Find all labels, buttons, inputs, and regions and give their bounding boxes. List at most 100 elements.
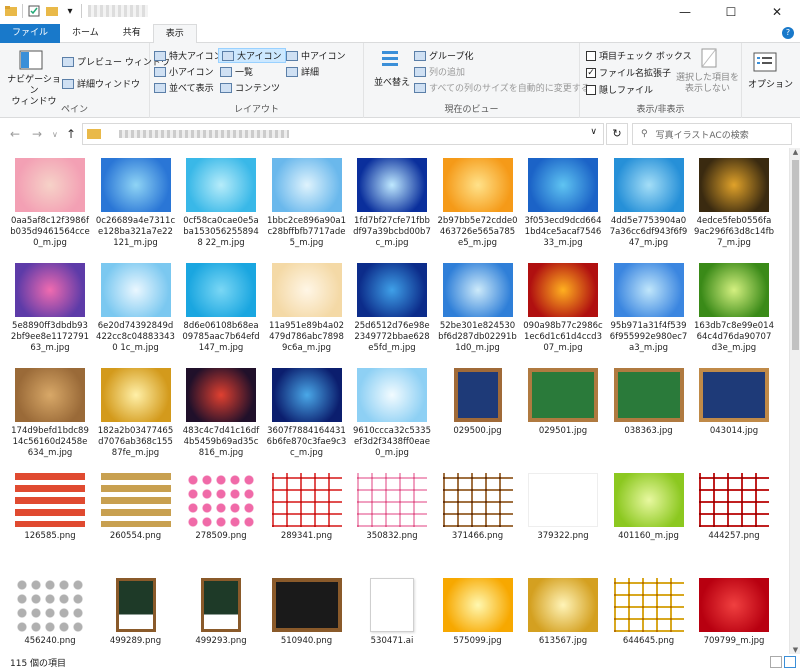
file-item[interactable]: 174d9befd1bdc8914c56160d2458e634_m.jpg [10, 368, 90, 459]
file-item[interactable]: 0cf58ca0cae0e5aba1530562558948 22_m.jpg [181, 158, 261, 249]
chevron-down-icon[interactable]: ▾ [63, 4, 77, 18]
tab-home[interactable]: ホーム [60, 24, 111, 43]
file-item[interactable]: 483c4c7d41c16df4b5459b69ad35c816_m.jpg [181, 368, 261, 459]
file-item[interactable]: 090a98b77c2986c1ec6d1c61d4ccd307_m.jpg [523, 263, 603, 354]
file-item[interactable]: 043014.jpg [694, 368, 774, 437]
file-item[interactable]: 3f053ecd9dcd6641bd4ce5acaf754633_m.jpg [523, 158, 603, 249]
file-item[interactable]: 4dd5e7753904a07a36cc6df943f6f947_m.jpg [609, 158, 689, 249]
file-item[interactable]: 11a951e89b4a02479d786abc78989c6a_m.jpg [267, 263, 347, 354]
layout-extra-large-icons[interactable]: 特大アイコン [154, 49, 223, 62]
file-item[interactable]: 444257.png [694, 473, 774, 542]
help-icon[interactable]: ? [782, 27, 794, 39]
file-item[interactable]: 0aa5af8c12f3986fb035d9461564cce0_m.jpg [10, 158, 90, 249]
file-item[interactable]: 0c26689a4e7311ce128ba321a7e22121_m.jpg [96, 158, 176, 249]
small-icons-icon [154, 66, 166, 77]
file-item[interactable]: 289341.png [267, 473, 347, 542]
preview-pane-icon [62, 56, 74, 67]
file-item[interactable]: 3607f78841644316b6fe870c3fae9c3c_m.jpg [267, 368, 347, 459]
hide-selected-button[interactable]: 選択した項目を 表示しない [676, 73, 739, 95]
file-item[interactable]: 613567.jpg [523, 578, 603, 647]
file-item[interactable]: 9610ccca32c5335ef3d2f3438ff0eae0_m.jpg [352, 368, 432, 459]
file-item[interactable]: 499293.png [181, 578, 261, 647]
file-item[interactable]: 25d6512d76e98e2349772bbae628e5fd_m.jpg [352, 263, 432, 354]
folder-icon[interactable] [4, 4, 18, 18]
layout-content[interactable]: コンテンツ [220, 81, 280, 94]
checkbox-checked: ✓ [586, 67, 596, 78]
file-item[interactable]: 530471.ai [352, 578, 432, 647]
layout-list[interactable]: 一覧 [220, 65, 253, 78]
file-item[interactable]: 6e20d74392849d422cc8c048833430 1c_m.jpg [96, 263, 176, 354]
checkbox [586, 50, 596, 61]
hidden-files-toggle[interactable]: 隠しファイル [586, 83, 653, 96]
scrollbar-thumb[interactable] [792, 160, 799, 350]
up-arrow-icon[interactable]: ↑ [66, 127, 76, 141]
file-item[interactable]: 126585.png [10, 473, 90, 542]
refresh-button[interactable]: ↻ [606, 123, 628, 145]
file-item[interactable]: 95b971a31f4f5396f955992e980ec7a3_m.jpg [609, 263, 689, 354]
details-pane-button[interactable]: 詳細ウィンドウ [62, 77, 140, 90]
file-item[interactable]: 456240.png [10, 578, 90, 647]
file-name: 1bbc2ce896a90a1c28bffbfb7717ade5_m.jpg [266, 216, 347, 248]
extensions-toggle[interactable]: ✓ ファイル名拡張子 [586, 66, 671, 79]
file-item[interactable]: 499289.png [96, 578, 176, 647]
address-field[interactable]: ∨ [82, 123, 604, 145]
item-checkbox-toggle[interactable]: 項目チェック ボックス [586, 49, 692, 62]
scroll-up-icon[interactable]: ▲ [790, 148, 800, 156]
tab-file[interactable]: ファイル [0, 24, 61, 43]
maximize-button[interactable]: ☐ [708, 0, 754, 24]
file-name: 9610ccca32c5335ef3d2f3438ff0eae0_m.jpg [353, 426, 431, 458]
search-field[interactable]: ⚲ 写真イラストACの検索 [632, 123, 792, 145]
details-view-icon[interactable] [770, 656, 782, 668]
sort-button[interactable]: 並べ替え [374, 75, 410, 88]
file-item[interactable]: 401160_m.jpg [609, 473, 689, 542]
file-item[interactable]: 029500.jpg [438, 368, 518, 437]
back-arrow-icon[interactable]: ← [10, 127, 20, 141]
add-columns-button[interactable]: 列の追加 [414, 65, 465, 78]
minimize-button[interactable]: — [662, 0, 708, 24]
file-item[interactable]: 2b97bb5e72cdde0463726e565a785e5_m.jpg [438, 158, 518, 249]
file-item[interactable]: 278509.png [181, 473, 261, 542]
layout-tiles[interactable]: 並べて表示 [154, 81, 214, 94]
forward-arrow-icon[interactable]: → [32, 127, 42, 141]
file-item[interactable]: 029501.jpg [523, 368, 603, 437]
file-item[interactable]: 038363.jpg [609, 368, 689, 437]
large-icons-view-icon[interactable] [784, 656, 796, 668]
new-folder-icon[interactable] [45, 4, 59, 18]
current-view-group: 並べ替え グループ化 列の追加 すべての列のサイズを自動的に変更する 現在のビュ… [364, 43, 590, 118]
file-item[interactable]: 52be301e824530bf6d287db02291b1d0_m.jpg [438, 263, 518, 354]
layout-medium-icons[interactable]: 中アイコン [286, 49, 346, 62]
layout-small-icons[interactable]: 小アイコン [154, 65, 214, 78]
file-item[interactable]: 644645.png [609, 578, 689, 647]
file-item[interactable]: 371466.png [438, 473, 518, 542]
vertical-scrollbar[interactable]: ▲ ▼ [789, 148, 800, 654]
tab-share[interactable]: 共有 [111, 24, 153, 43]
file-item[interactable]: 510940.png [267, 578, 347, 647]
recent-chevron-icon[interactable]: ∨ [52, 130, 58, 139]
properties-icon[interactable] [27, 4, 41, 18]
file-item[interactable]: 182a2b03477465d7076ab368c15587fe_m.jpg [96, 368, 176, 459]
layout-large-icons[interactable]: 大アイコン [218, 48, 286, 63]
tab-view[interactable]: 表示 [152, 24, 197, 44]
file-item[interactable]: 379322.png [523, 473, 603, 542]
layout-details[interactable]: 詳細 [286, 65, 319, 78]
chevron-down-icon[interactable]: ∨ [590, 127, 597, 137]
file-item[interactable]: 1bbc2ce896a90a1c28bffbfb7717ade5_m.jpg [267, 158, 347, 249]
layout-group: 特大アイコン 大アイコン 中アイコン 小アイコン 一覧 詳細 並べて表示 コンテ… [150, 43, 364, 118]
file-item[interactable]: 350832.png [352, 473, 432, 542]
autosize-columns-button[interactable]: すべての列のサイズを自動的に変更する [414, 81, 590, 94]
close-button[interactable]: ✕ [754, 0, 800, 24]
options-button[interactable]: オプション [748, 77, 793, 90]
path-breadcrumb[interactable] [119, 130, 289, 138]
file-item[interactable]: 4edce5feb0556fa9ac296f63d8c14fb7_m.jpg [694, 158, 774, 249]
file-thumbnail [528, 158, 598, 212]
file-item[interactable]: 8d6e06108b68ea09785aac7b64efd147_m.jpg [181, 263, 261, 354]
file-name: 2b97bb5e72cdde0463726e565a785e5_m.jpg [437, 216, 518, 248]
file-item[interactable]: 260554.png [96, 473, 176, 542]
file-item[interactable]: 5e8890ff3dbdb932bf9ee8e117279163_m.jpg [10, 263, 90, 354]
file-item[interactable]: 1fd7bf27cfe71fbbdf97a39bcbd00b7c_m.jpg [352, 158, 432, 249]
file-item[interactable]: 709799_m.jpg [694, 578, 774, 647]
scroll-down-icon[interactable]: ▼ [790, 646, 800, 654]
file-item[interactable]: 163db7c8e99e01464c4d76da90707d3e_m.jpg [694, 263, 774, 354]
file-item[interactable]: 575099.jpg [438, 578, 518, 647]
group-by-button[interactable]: グループ化 [414, 49, 473, 62]
